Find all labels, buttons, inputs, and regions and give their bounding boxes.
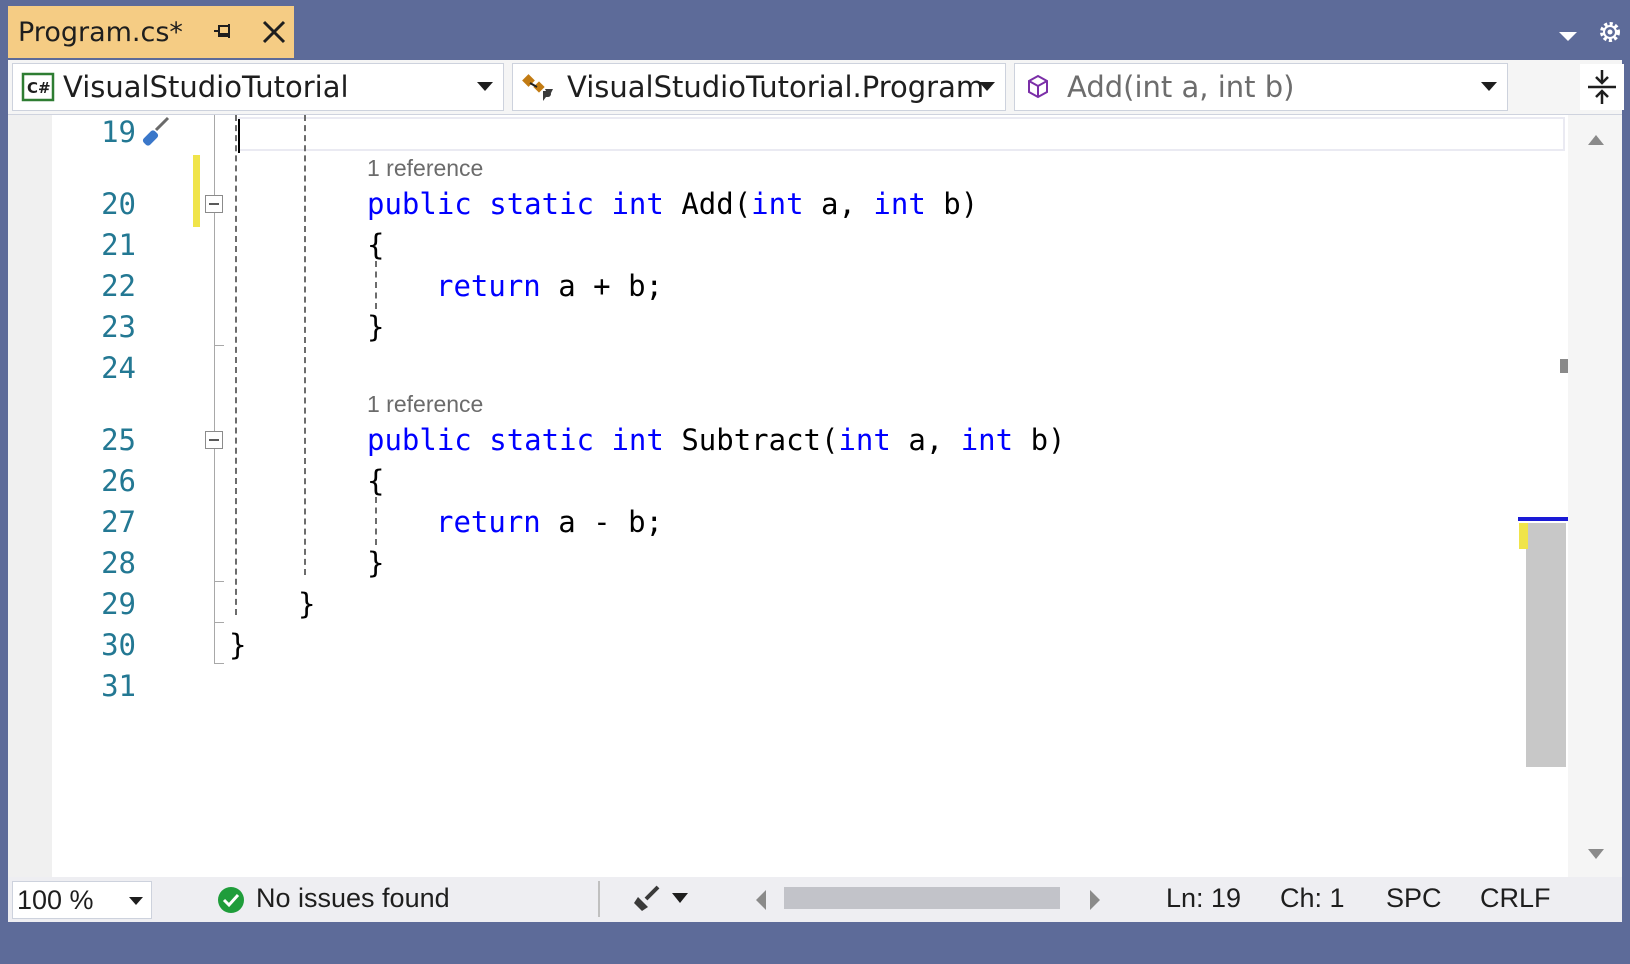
line-number: 19 [101,115,136,149]
outline-line [214,115,215,195]
outline-end [214,622,224,623]
line-number: 20 [101,187,136,221]
zoom-dropdown[interactable]: 100 % [12,881,152,919]
outline-end [214,663,224,664]
csharp-file-icon: C# [21,72,55,102]
method-cube-icon [1028,74,1048,99]
line-number: 27 [101,505,136,539]
text-caret [238,119,240,153]
code-line-25: public static int Subtract(int a, int b) [367,423,1066,457]
indent-guide [304,115,306,575]
indent-guide [375,497,377,545]
vertical-scroll-thumb[interactable] [1526,523,1566,767]
line-number: 31 [101,669,136,703]
change-tracking-marker [193,155,200,227]
chevron-down-icon [129,897,143,905]
change-overview-marker [1519,523,1528,549]
line-number: 23 [101,310,136,344]
code-line-22: return a + b; [436,269,663,303]
line-number: 26 [101,464,136,498]
tab-title: Program.cs* [18,16,183,48]
outline-end [214,581,224,582]
close-icon[interactable] [260,18,288,46]
code-line-26: { [367,464,385,498]
scroll-right-icon[interactable] [1084,887,1104,913]
line-number: 30 [101,628,136,662]
chevron-down-icon [477,82,493,91]
navigation-bar: C# VisualStudioTutorial VisualStudioTuto… [8,60,1624,115]
zoom-level: 100 % [17,885,94,915]
line-number: 24 [101,351,136,385]
pin-icon[interactable] [210,18,238,46]
project-dropdown[interactable]: C# VisualStudioTutorial [12,63,504,111]
code-editor[interactable]: 19 20 21 22 23 24 25 26 27 28 29 30 31 1… [8,115,1574,913]
horizontal-scroll-thumb[interactable] [784,887,1060,909]
outline-line [214,449,215,581]
screwdriver-icon[interactable] [138,115,174,151]
line-ending-indicator[interactable]: CRLF [1480,883,1551,914]
class-icon [522,74,553,101]
code-line-20: public static int Add(int a, int b) [367,187,979,221]
split-window-button[interactable] [1580,64,1624,110]
chevron-down-icon[interactable] [670,891,690,907]
line-number: 22 [101,269,136,303]
document-tab-strip: Program.cs* [0,0,1630,58]
gear-icon[interactable] [1596,18,1624,46]
vertical-scrollbar[interactable] [1568,115,1622,877]
chevron-down-icon [1481,82,1497,91]
chevron-down-icon[interactable] [1555,24,1581,48]
scroll-left-icon[interactable] [752,887,772,913]
line-number: 28 [101,546,136,580]
scroll-down-icon[interactable] [1568,839,1622,869]
code-line-21: { [367,228,385,262]
caret-position-marker [1518,517,1574,521]
member-name: Add(int a, int b) [1067,70,1295,104]
codelens-references[interactable]: 1 reference [367,391,483,418]
type-dropdown[interactable]: VisualStudioTutorial.Program [512,63,1006,111]
code-line-23: } [367,310,385,344]
editor-status-bar: 100 % No issues found Ln: 19 Ch: 1 SPC C… [8,877,1622,922]
line-number: 21 [101,228,136,262]
collapse-toggle[interactable] [205,195,223,213]
type-name: VisualStudioTutorial.Program [567,70,985,104]
code-line-28: } [367,546,385,580]
brush-icon[interactable] [632,883,666,915]
codelens-references[interactable]: 1 reference [367,155,483,182]
line-number: 29 [101,587,136,621]
tab-program-cs[interactable]: Program.cs* [8,6,294,58]
member-dropdown[interactable]: Add(int a, int b) [1014,63,1508,111]
split-icon [1588,70,1616,104]
current-line-highlight [238,117,1565,151]
svg-text:C#: C# [27,79,51,97]
code-line-29: } [298,587,316,621]
indent-guide [375,261,377,309]
window-frame-bottom [0,922,1630,964]
code-line-27: return a - b; [436,505,663,539]
outline-line [214,345,215,431]
collapse-toggle[interactable] [205,431,223,449]
check-circle-icon [218,887,244,913]
outline-end [214,345,224,346]
whitespace-indicator[interactable]: SPC [1386,883,1442,914]
line-indicator[interactable]: Ln: 19 [1166,883,1241,914]
column-indicator[interactable]: Ch: 1 [1280,883,1345,914]
issues-status[interactable]: No issues found [256,883,450,914]
project-name: VisualStudioTutorial [63,70,349,104]
separator [598,881,600,917]
outline-line [214,213,215,345]
line-number: 25 [101,423,136,457]
chevron-down-icon [979,82,995,91]
scroll-up-icon[interactable] [1568,123,1622,153]
indent-guide [235,115,237,615]
code-line-30: } [229,628,247,662]
